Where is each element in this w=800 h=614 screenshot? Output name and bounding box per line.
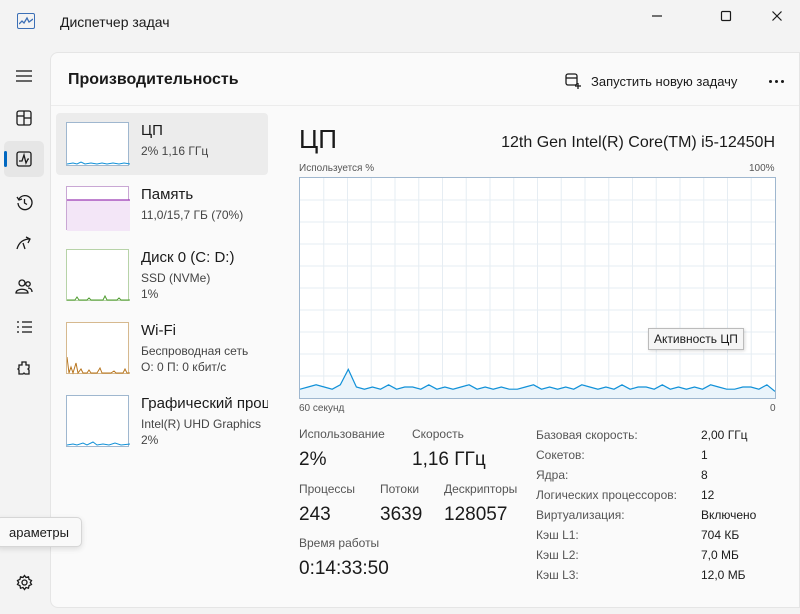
settings-gear-icon (16, 573, 32, 591)
handles-value: 128057 (444, 504, 508, 525)
main-panel: Производительность Запустить новую задач… (50, 52, 800, 608)
spec-value: 12 (701, 488, 715, 502)
cpu-title: ЦП (299, 124, 337, 154)
threads-value: 3639 (380, 504, 423, 525)
memory-thumbnail-graph (66, 186, 130, 231)
perf-item-name: Wi-Fi (141, 322, 176, 339)
hamburger-menu-button[interactable] (4, 58, 44, 94)
perf-item-name: Память (141, 186, 194, 203)
startup-icon (16, 236, 31, 250)
perf-item-memory[interactable]: Память 11,0/15,7 ГБ (70%) (56, 177, 268, 239)
spec-label: Кэш L3: (536, 568, 579, 582)
uptime-value: 0:14:33:50 (299, 558, 389, 579)
graph-zero-label: 0 (770, 403, 776, 414)
close-icon (772, 11, 782, 21)
processes-icon (16, 110, 32, 126)
perf-item-name: ЦП (141, 122, 163, 139)
nav-services[interactable] (4, 351, 44, 387)
spec-label: Ядра: (536, 468, 569, 482)
spec-value: 7,0 МБ (701, 548, 739, 562)
menu-icon (16, 70, 32, 82)
spec-value: 704 КБ (701, 528, 740, 542)
spec-value: 8 (701, 468, 708, 482)
nav-startup[interactable] (4, 226, 44, 262)
page-title: Производительность (68, 71, 239, 88)
services-icon (17, 361, 30, 375)
perf-item-name: Графический проц (141, 395, 268, 412)
nav-app-history[interactable] (4, 184, 44, 220)
usage-label: Использование (299, 427, 385, 441)
perf-item-gpu[interactable]: Графический проц Intel(R) UHD Graphics 2… (56, 386, 268, 448)
spec-value: Включено (701, 508, 757, 522)
handles-label: Дескрипторы (444, 482, 518, 496)
graph-y-label: Используется % (299, 163, 375, 174)
graph-time-label: 60 секунд (299, 403, 345, 414)
nav-details[interactable] (4, 309, 44, 345)
perf-item-detail: 1% (141, 287, 159, 301)
perf-item-detail: 11,0/15,7 ГБ (70%) (141, 208, 244, 222)
spec-label: Кэш L1: (536, 528, 579, 542)
window-title: Диспетчер задач (60, 14, 170, 30)
details-icon (16, 321, 32, 333)
settings-tooltip: араметры (0, 517, 82, 547)
performance-icon (16, 151, 32, 167)
minimize-icon (652, 15, 662, 17)
spec-value: 1 (701, 448, 708, 462)
maximize-icon (720, 10, 732, 22)
graph-max-label: 100% (749, 163, 775, 174)
speed-label: Скорость (412, 427, 464, 441)
header-divider (51, 105, 799, 106)
cpu-thumbnail-graph (66, 122, 130, 166)
perf-item-wifi[interactable]: Wi-Fi Беспроводная сеть О: 0 П: 0 кбит/с (56, 313, 268, 375)
spec-label: Сокетов: (536, 448, 585, 462)
spec-label: Виртуализация: (536, 508, 625, 522)
cpu-activity-tooltip: Активность ЦП (648, 328, 744, 350)
uptime-label: Время работы (299, 536, 380, 550)
close-button[interactable] (754, 0, 800, 32)
cpu-utilization-graph (299, 177, 776, 399)
processes-label: Процессы (299, 482, 356, 496)
wifi-thumbnail-graph (66, 322, 130, 375)
nav-performance[interactable] (4, 141, 44, 177)
nav-users[interactable] (4, 268, 44, 304)
perf-item-detail: 2% (141, 433, 159, 447)
perf-item-name: Диск 0 (C: D:) (141, 249, 235, 266)
gpu-thumbnail-graph (66, 395, 130, 447)
perf-item-cpu[interactable]: ЦП 2% 1,16 ГГц (56, 113, 268, 175)
spec-value: 12,0 МБ (701, 568, 746, 582)
nav-processes[interactable] (4, 100, 44, 136)
processes-value: 243 (299, 504, 331, 525)
new-task-icon (565, 72, 581, 89)
speed-value: 1,16 ГГц (412, 449, 486, 470)
title-bar: Диспетчер задач (0, 0, 800, 48)
maximize-button[interactable] (703, 0, 749, 32)
perf-item-detail: SSD (NVMe) (141, 271, 211, 285)
disk-thumbnail-graph (66, 249, 130, 301)
users-icon (15, 278, 33, 294)
more-dot-icon (768, 79, 772, 83)
nav-settings[interactable] (4, 564, 44, 600)
usage-value: 2% (299, 449, 327, 470)
cpu-model: 12th Gen Intel(R) Core(TM) i5-12450H (501, 134, 775, 151)
more-options-button[interactable] (761, 67, 791, 95)
perf-item-detail: 2% 1,16 ГГц (141, 144, 209, 158)
spec-label: Логических процессоров: (536, 488, 677, 502)
task-manager-app-icon (17, 13, 35, 29)
spec-value: 2,00 ГГц (701, 428, 748, 442)
perf-item-detail: Intel(R) UHD Graphics (141, 417, 262, 431)
spec-label: Базовая скорость: (536, 428, 638, 442)
minimize-button[interactable] (634, 0, 680, 32)
spec-label: Кэш L2: (536, 548, 579, 562)
perf-item-detail: Беспроводная сеть (141, 344, 249, 358)
run-new-task-button[interactable]: Запустить новую задачу (565, 67, 737, 95)
app-history-icon (15, 194, 33, 210)
perf-item-detail: О: 0 П: 0 кбит/с (141, 360, 227, 374)
threads-label: Потоки (380, 482, 420, 496)
perf-item-disk[interactable]: Диск 0 (C: D:) SSD (NVMe) 1% (56, 240, 268, 302)
run-new-task-label: Запустить новую задачу (591, 73, 738, 89)
